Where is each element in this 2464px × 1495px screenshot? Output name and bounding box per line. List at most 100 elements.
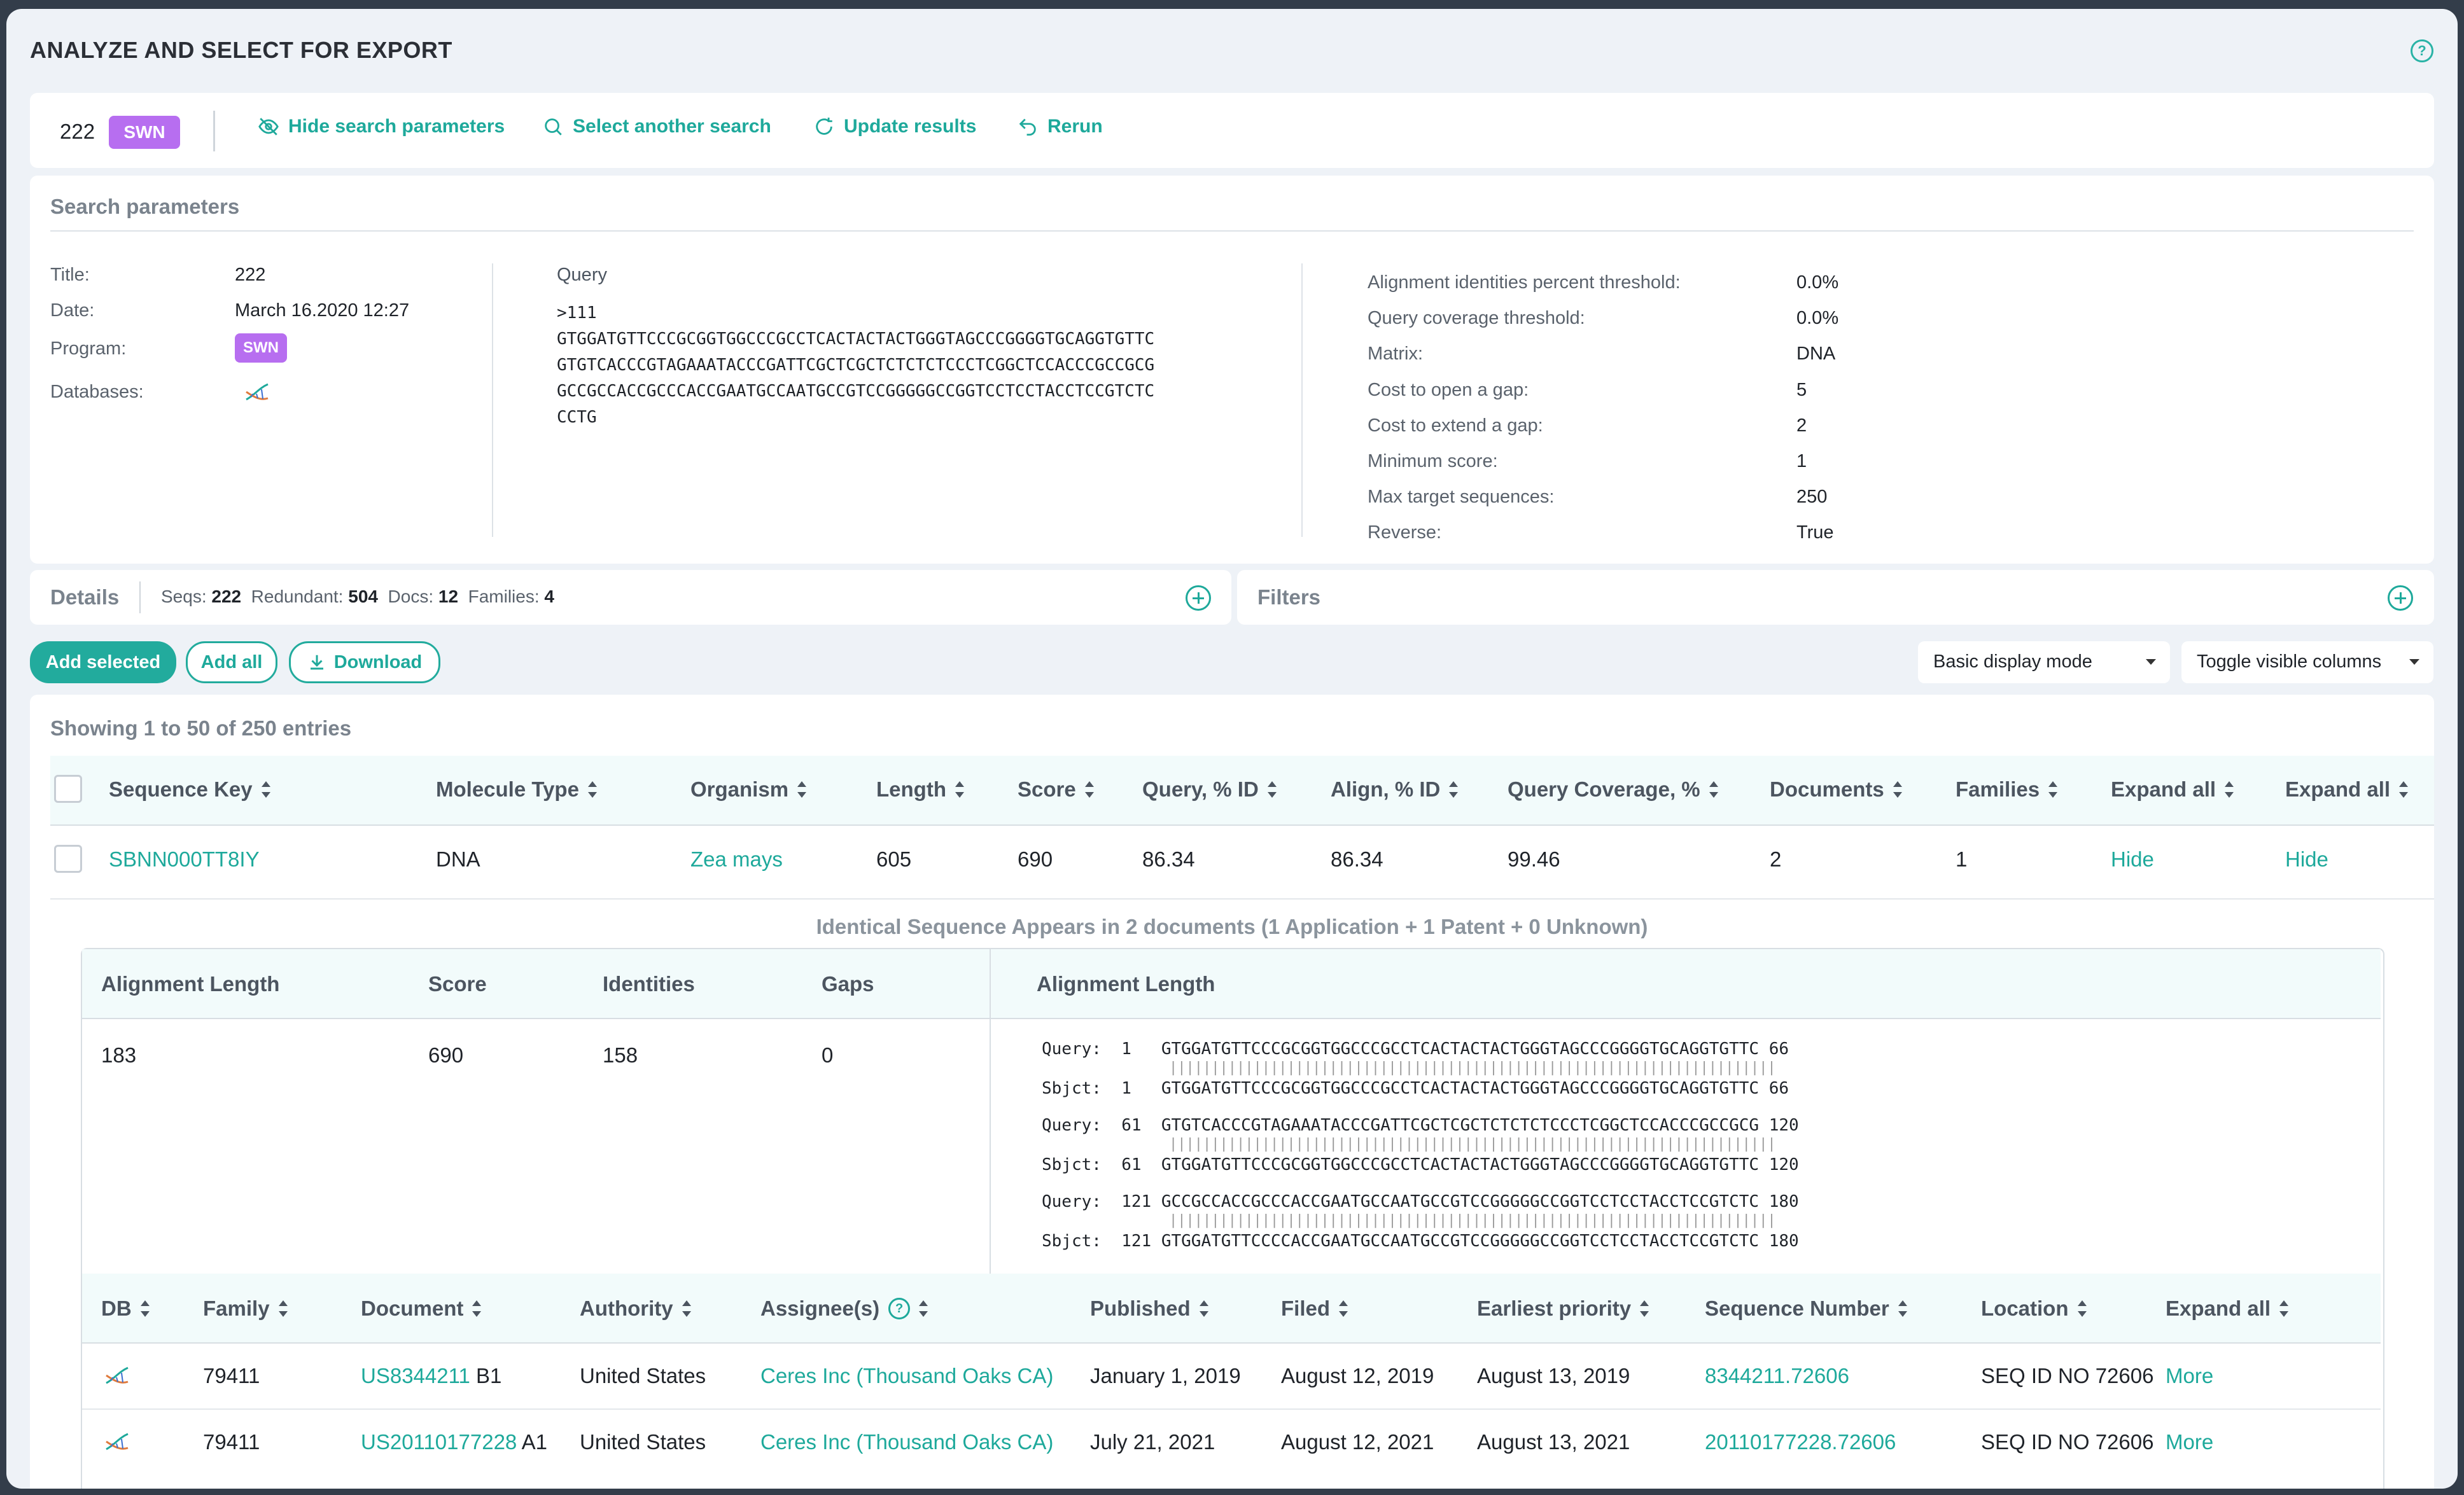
col-molecule-type[interactable]: Molecule Type bbox=[436, 777, 597, 802]
col-label: Expand all bbox=[2285, 777, 2391, 801]
molecule-type-cell: DNA bbox=[436, 847, 480, 871]
title-label: Title: bbox=[50, 265, 90, 285]
help-icon[interactable]: ? bbox=[2411, 39, 2433, 62]
download-icon bbox=[310, 655, 323, 670]
alignment-query-line: Query: 61 GTGTCACCCGTAGAAATACCCGATTCGCTC… bbox=[1042, 1116, 1799, 1135]
families-label: Families: bbox=[468, 587, 540, 606]
col-db[interactable]: DB bbox=[101, 1297, 150, 1321]
select-another-search-label: Select another search bbox=[573, 116, 771, 137]
sort-icon bbox=[140, 1300, 150, 1317]
eye-off-icon bbox=[258, 118, 279, 136]
sequence-key-link[interactable]: SBNN000TT8IY bbox=[109, 847, 260, 872]
setting-label: Matrix: bbox=[1368, 344, 1423, 365]
family-cell: 79411 bbox=[203, 1430, 260, 1454]
hide-search-parameters-button[interactable]: Hide search parameters bbox=[258, 116, 505, 137]
select-all-checkbox[interactable] bbox=[54, 775, 82, 803]
sequence-number-link[interactable]: 8344211.72606 bbox=[1705, 1364, 1849, 1388]
document-link[interactable]: US8344211 bbox=[361, 1364, 470, 1387]
sort-icon bbox=[2225, 781, 2234, 798]
add-all-button[interactable]: Add all bbox=[186, 641, 277, 683]
col-authority[interactable]: Authority bbox=[580, 1297, 691, 1321]
col-expand-all[interactable]: Expand all bbox=[2111, 777, 2234, 802]
col-filed[interactable]: Filed bbox=[1281, 1297, 1348, 1321]
setting-label: Alignment identities percent threshold: bbox=[1368, 272, 1681, 293]
organism-link[interactable]: Zea mays bbox=[690, 847, 783, 872]
assignee-link[interactable]: Ceres Inc (Thousand Oaks CA) bbox=[760, 1430, 1053, 1454]
more-link[interactable]: More bbox=[2166, 1364, 2213, 1388]
alignment-match-line: ||||||||||||||||||||||||||||||||||||||||… bbox=[1169, 1136, 1776, 1152]
docs-value: 12 bbox=[438, 587, 459, 606]
select-another-search-button[interactable]: Select another search bbox=[542, 116, 771, 137]
sort-icon bbox=[2399, 781, 2409, 798]
setting-value: 2 bbox=[1796, 415, 1807, 436]
col-label: Alignment Length bbox=[1037, 972, 1215, 996]
divider bbox=[1301, 263, 1303, 537]
col-sequence-number[interactable]: Sequence Number bbox=[1705, 1297, 1907, 1321]
help-icon[interactable]: ? bbox=[888, 1298, 911, 1319]
col-document[interactable]: Document bbox=[361, 1297, 482, 1321]
add-selected-button[interactable]: Add selected bbox=[30, 641, 176, 683]
divider bbox=[492, 263, 493, 537]
col-query-id[interactable]: Query, % ID bbox=[1142, 777, 1277, 802]
sort-icon bbox=[1339, 1300, 1348, 1317]
col-families[interactable]: Families bbox=[1956, 777, 2058, 802]
settings-labels: Alignment identities percent threshold: … bbox=[1368, 265, 1681, 551]
display-mode-value: Basic display mode bbox=[1933, 651, 2092, 672]
col-location[interactable]: Location bbox=[1981, 1297, 2087, 1321]
align-id-cell: 86.34 bbox=[1331, 847, 1383, 871]
col-sequence-key[interactable]: Sequence Key bbox=[109, 777, 270, 802]
col-identities: Identities bbox=[603, 972, 695, 996]
expand-filters-icon[interactable] bbox=[2388, 585, 2413, 611]
query-line: GCCGCCACCGCCCACCGAATGCCAATGCCGTCCGGGGGCC… bbox=[557, 382, 1155, 401]
col-label: Organism bbox=[690, 777, 789, 801]
col-label: Gaps bbox=[822, 972, 874, 996]
col-organism[interactable]: Organism bbox=[690, 777, 807, 802]
assignee-link[interactable]: Ceres Inc (Thousand Oaks CA) bbox=[760, 1364, 1053, 1388]
col-documents[interactable]: Documents bbox=[1770, 777, 1902, 802]
hide-link[interactable]: Hide bbox=[2111, 847, 2154, 872]
published-cell: January 1, 2019 bbox=[1090, 1364, 1241, 1387]
col-label: Identities bbox=[603, 972, 695, 996]
toggle-columns-select[interactable]: Toggle visible columns bbox=[2181, 641, 2433, 683]
col-score[interactable]: Score bbox=[1018, 777, 1094, 802]
identities-value: 158 bbox=[603, 1043, 638, 1067]
divider bbox=[990, 949, 991, 1274]
documents-cell: 2 bbox=[1770, 847, 1782, 871]
col-assignees[interactable]: Assignee(s)? bbox=[760, 1297, 928, 1321]
col-align-id[interactable]: Align, % ID bbox=[1331, 777, 1459, 802]
families-value: 4 bbox=[544, 587, 554, 606]
expand-details-icon[interactable] bbox=[1186, 585, 1211, 611]
col-earliest-priority[interactable]: Earliest priority bbox=[1477, 1297, 1649, 1321]
document-kind: A1 bbox=[521, 1430, 548, 1454]
sort-icon bbox=[919, 1300, 928, 1317]
col-published[interactable]: Published bbox=[1090, 1297, 1208, 1321]
download-button[interactable]: Download bbox=[289, 641, 440, 683]
rerun-label: Rerun bbox=[1047, 116, 1103, 137]
col-family[interactable]: Family bbox=[203, 1297, 288, 1321]
more-link[interactable]: More bbox=[2166, 1430, 2213, 1454]
col-doc-expand-all[interactable]: Expand all bbox=[2166, 1297, 2289, 1321]
setting-value: 5 bbox=[1796, 379, 1807, 400]
col-expand-all-2[interactable]: Expand all bbox=[2285, 777, 2409, 802]
col-query-coverage[interactable]: Query Coverage, % bbox=[1508, 777, 1718, 802]
rerun-button[interactable]: Rerun bbox=[1017, 116, 1103, 137]
display-mode-select[interactable]: Basic display mode bbox=[1918, 641, 2170, 683]
hide-link-2[interactable]: Hide bbox=[2285, 847, 2328, 872]
col-label: Score bbox=[428, 972, 487, 996]
query-line: CCTG bbox=[557, 408, 597, 427]
dna-database-icon bbox=[246, 383, 269, 401]
program-badge: SWN bbox=[109, 116, 180, 149]
query-line: GTGGATGTTCCCGCGGTGGCCCGCCTCACTACTACTGGGT… bbox=[557, 330, 1155, 349]
databases-label: Databases: bbox=[50, 382, 144, 402]
col-length[interactable]: Length bbox=[876, 777, 964, 802]
row-checkbox[interactable] bbox=[54, 845, 82, 873]
sort-icon bbox=[1084, 781, 1094, 798]
col-gaps: Gaps bbox=[822, 972, 874, 996]
sequence-number-link[interactable]: 20110177228.72606 bbox=[1705, 1430, 1896, 1454]
chevron-down-icon bbox=[2146, 659, 2156, 665]
sort-icon bbox=[1898, 1300, 1907, 1317]
hide-search-parameters-label: Hide search parameters bbox=[288, 116, 505, 137]
col-label: Expand all bbox=[2166, 1297, 2271, 1320]
document-link[interactable]: US20110177228 bbox=[361, 1430, 517, 1454]
update-results-button[interactable]: Update results bbox=[813, 116, 976, 137]
